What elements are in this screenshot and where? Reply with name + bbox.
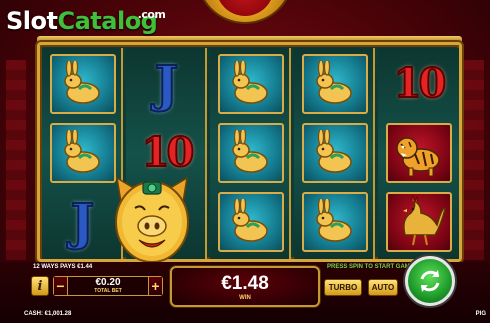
ten-glyph: 10 <box>393 60 448 107</box>
total-bet-label: TOTAL BET <box>94 288 122 294</box>
logo-suffix: .com <box>137 8 166 21</box>
win-display: €1.48 WIN <box>170 266 320 307</box>
win-amount: €1.48 <box>221 273 269 294</box>
pig-wild-icon <box>115 176 189 263</box>
rabbit-icon <box>63 130 100 173</box>
ways-pays-text: 12 WAYS PAYS €1.44 <box>33 264 93 270</box>
decrease-bet-button[interactable]: − <box>54 277 68 295</box>
symbol-rabbit <box>46 52 119 116</box>
bet-control: − €0.20 TOTAL BET + <box>53 276 163 296</box>
rabbit-icon <box>231 61 268 104</box>
spin-button[interactable] <box>405 256 455 306</box>
symbol-rabbit <box>214 121 287 185</box>
symbol-j: J <box>130 52 203 116</box>
game-id-label: PIG <box>475 311 486 317</box>
ten-glyph: 10 <box>141 129 196 176</box>
j-glyph: J <box>70 192 96 251</box>
total-bet-value: €0.20 <box>95 277 121 288</box>
auto-button[interactable]: AUTO <box>368 279 398 296</box>
tiger-icon <box>395 137 440 177</box>
reel-1: J <box>42 48 123 259</box>
win-label: WIN <box>239 295 251 301</box>
info-button[interactable]: i <box>31 276 49 296</box>
game-stage: J J 10 10 SlotCatalog .com 12 WAYS PAYS … <box>0 0 490 323</box>
rabbit-icon <box>315 199 352 242</box>
spin-arrows-icon <box>420 270 440 292</box>
left-lattice-decoration <box>6 60 26 260</box>
increase-bet-button[interactable]: + <box>148 277 162 295</box>
rabbit-icon <box>315 61 352 104</box>
reel-5: 10 <box>378 48 459 259</box>
symbol-ten: 10 <box>382 52 455 116</box>
right-lattice-decoration <box>464 60 484 260</box>
rabbit-icon <box>231 130 268 173</box>
press-spin-hint: PRESS SPIN TO START GAME <box>327 264 414 270</box>
symbol-rabbit <box>298 190 371 254</box>
symbol-rabbit <box>298 121 371 185</box>
j-glyph: J <box>154 54 180 113</box>
rabbit-icon <box>315 130 352 173</box>
symbol-tiger <box>382 121 455 185</box>
top-medallion-ornament <box>196 0 294 24</box>
reel-frame: J J 10 10 <box>37 42 462 262</box>
turbo-button[interactable]: TURBO <box>324 279 362 296</box>
reel-3 <box>210 48 291 259</box>
rooster-icon <box>402 195 446 246</box>
symbol-rooster <box>382 190 455 254</box>
symbol-j: J <box>46 190 119 254</box>
symbol-rabbit <box>46 121 119 185</box>
cash-balance: CASH: €1,001.28 <box>24 311 72 317</box>
slotcatalog-logo: SlotCatalog .com <box>6 6 166 36</box>
rabbit-icon <box>231 199 268 242</box>
info-icon: i <box>37 278 43 294</box>
symbol-rabbit <box>298 52 371 116</box>
reel-4 <box>294 48 375 259</box>
rabbit-icon <box>63 61 100 104</box>
logo-part-slot: Slot <box>6 7 58 35</box>
symbol-rabbit <box>214 190 287 254</box>
symbol-rabbit <box>214 52 287 116</box>
